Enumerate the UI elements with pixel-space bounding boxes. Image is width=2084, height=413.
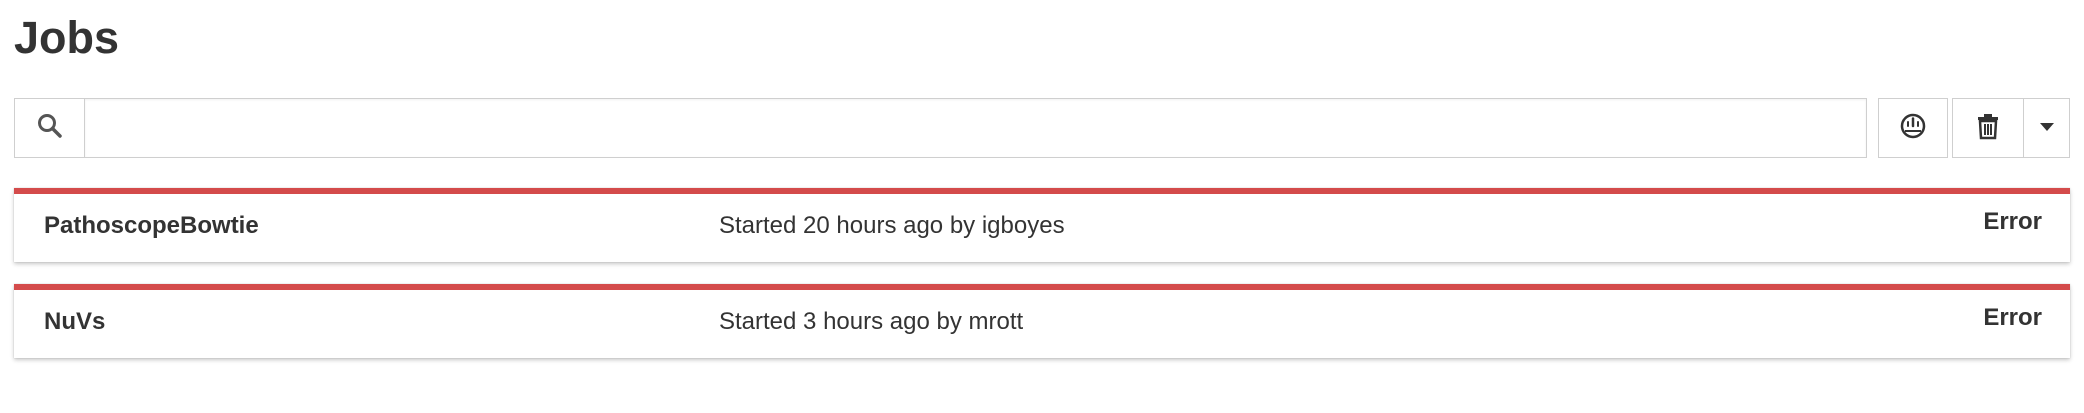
job-name: PathoscopeBowtie (44, 212, 259, 239)
search-input[interactable] (85, 99, 1866, 157)
job-status-badge: Error (1983, 208, 2042, 235)
clear-jobs-button[interactable] (1952, 98, 2024, 158)
job-list-item[interactable]: PathoscopeBowtie Started 20 hours ago by… (14, 188, 2070, 262)
search-addon (15, 99, 85, 157)
caret-down-icon (2039, 119, 2055, 137)
job-started-info: Started 20 hours ago by igboyes (719, 212, 1065, 239)
search-icon (36, 112, 64, 145)
job-status-badge: Error (1983, 304, 2042, 331)
clear-options-dropdown-button[interactable] (2023, 98, 2070, 158)
job-toolbar (14, 98, 2070, 160)
job-started-info: Started 3 hours ago by mrott (719, 308, 1024, 335)
job-name: NuVs (44, 308, 106, 335)
search-group (14, 98, 1867, 158)
trash-icon (1975, 112, 2001, 145)
page-title: Jobs (14, 12, 120, 63)
job-list-item[interactable]: NuVs Started 3 hours ago by mrott Error (14, 284, 2070, 358)
gauge-icon (1899, 112, 1927, 145)
speed-gauge-button[interactable] (1878, 98, 1948, 158)
